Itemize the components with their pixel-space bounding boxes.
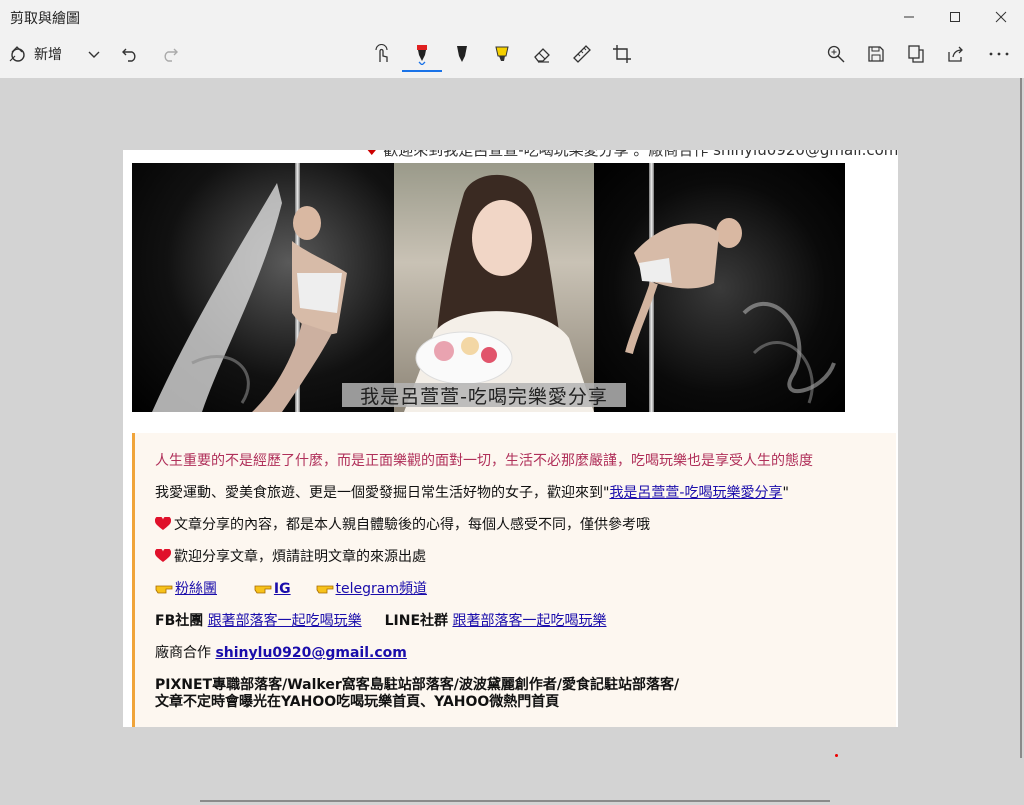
undo-icon bbox=[122, 48, 136, 62]
save-icon bbox=[868, 46, 884, 62]
maximize-icon bbox=[950, 12, 960, 22]
note-2-text: 歡迎分享文章，煩請註明文章的來源出處 bbox=[174, 549, 426, 565]
telegram-link[interactable]: telegram頻道 bbox=[336, 581, 427, 597]
welcome-suffix: " bbox=[782, 485, 789, 501]
crop-icon bbox=[613, 45, 631, 63]
banner-photo-center bbox=[394, 163, 594, 412]
close-button[interactable] bbox=[978, 0, 1024, 34]
banner-photo-left bbox=[132, 163, 394, 412]
business-email-link[interactable]: shinylu0920@gmail.com bbox=[215, 645, 406, 661]
new-snip-dropdown[interactable] bbox=[84, 38, 104, 70]
line-group-link[interactable]: 跟著部落客一起吃喝玩樂 bbox=[452, 613, 606, 629]
horizontal-scrollbar[interactable] bbox=[200, 800, 830, 802]
pen-mark-dot bbox=[835, 754, 838, 757]
community-row: FB社團 跟著部落客一起吃喝玩樂 LINE社群 跟著部落客一起吃喝玩樂 bbox=[155, 610, 606, 630]
new-snip-label: 新增 bbox=[34, 47, 62, 63]
snip-canvas[interactable]: ♥ 歡迎來到我是呂萱萱-吃喝玩樂愛分享 。廠商合作 shinylu0920@gm… bbox=[123, 150, 898, 727]
eraser-icon bbox=[534, 48, 550, 63]
minimize-button[interactable] bbox=[886, 0, 932, 34]
fb-label: FB社團 bbox=[155, 613, 204, 629]
more-icon bbox=[989, 52, 1009, 56]
touch-writing-button[interactable] bbox=[370, 38, 394, 70]
minimize-icon bbox=[904, 16, 914, 18]
banner-caption: 我是呂萱萱-吃喝完樂愛分享 bbox=[342, 383, 626, 408]
blog-name-link[interactable]: 我是呂萱萱-吃喝玩樂愛分享 bbox=[609, 485, 782, 501]
heart-icon bbox=[155, 549, 171, 562]
ballpoint-pen-button[interactable] bbox=[410, 38, 434, 70]
intro-text: 人生重要的不是經歷了什麼，而是正面樂觀的面對一切，生活不必那麼嚴謹，吃喝玩樂也是… bbox=[155, 453, 813, 469]
cut-off-header-label: 歡迎來到我是呂萱萱-吃喝玩樂愛分享 。廠商合作 shinylu0920@gmai… bbox=[383, 150, 898, 159]
active-tool-indicator bbox=[402, 70, 442, 72]
blog-info-box: 人生重要的不是經歷了什麼，而是正面樂觀的面對一切，生活不必那麼嚴謹，吃喝玩樂也是… bbox=[132, 433, 896, 727]
touch-writing-icon bbox=[375, 44, 388, 62]
dancer-figure-right bbox=[625, 218, 836, 404]
note-1-text: 文章分享的內容，都是本人親自體驗後的心得，每個人感受不同，僅供參考哦 bbox=[174, 517, 650, 533]
welcome-prefix: 我愛運動、愛美食旅遊、更是一個愛發掘日常生活好物的女子，歡迎來到" bbox=[155, 485, 610, 501]
heart-icon bbox=[155, 517, 171, 530]
ig-link[interactable]: IG bbox=[274, 581, 291, 597]
share-icon bbox=[948, 46, 963, 62]
copy-icon bbox=[908, 45, 924, 63]
business-label: 廠商合作 bbox=[155, 645, 211, 661]
footer-line-2: 文章不定時會曝光在YAHOO吃喝玩樂首頁、YAHOO微熱門首頁 bbox=[155, 694, 560, 710]
welcome-line: 我愛運動、愛美食旅遊、更是一個愛發掘日常生活好物的女子，歡迎來到"我是呂萱萱-吃… bbox=[155, 482, 789, 502]
dancer-figure-left bbox=[152, 183, 347, 412]
ruler-icon bbox=[573, 45, 591, 63]
zoom-button[interactable] bbox=[824, 38, 848, 70]
save-button[interactable] bbox=[864, 38, 888, 70]
redo-icon bbox=[164, 48, 178, 62]
highlighter-button[interactable] bbox=[490, 38, 514, 70]
new-snip-button[interactable]: 新增 bbox=[8, 38, 62, 70]
more-button[interactable] bbox=[986, 38, 1012, 70]
highlighter-icon bbox=[495, 46, 509, 61]
copy-button[interactable] bbox=[904, 38, 928, 70]
banner-photo-right bbox=[594, 163, 845, 412]
window-title: 剪取與繪圖 bbox=[10, 11, 80, 27]
cut-off-header-text: ♥ 歡迎來到我是呂萱萱-吃喝玩樂愛分享 。廠商合作 shinylu0920@gm… bbox=[365, 150, 898, 160]
fb-group-link[interactable]: 跟著部落客一起吃喝玩樂 bbox=[208, 613, 362, 629]
ruler-button[interactable] bbox=[570, 38, 594, 70]
eraser-button[interactable] bbox=[530, 38, 554, 70]
fan-page-link[interactable]: 粉絲團 bbox=[175, 581, 217, 597]
maximize-button[interactable] bbox=[932, 0, 978, 34]
chevron-down-icon bbox=[88, 51, 100, 58]
pencil-button[interactable] bbox=[450, 38, 474, 70]
portrait-figure bbox=[404, 174, 594, 412]
note-line-2: 歡迎分享文章，煩請註明文章的來源出處 bbox=[155, 546, 426, 566]
pointing-hand-icon bbox=[155, 585, 173, 594]
pointing-hand-icon bbox=[254, 585, 272, 594]
line-label: LINE社群 bbox=[384, 613, 449, 629]
zoom-icon bbox=[827, 45, 845, 63]
new-snip-icon bbox=[9, 46, 25, 62]
share-button[interactable] bbox=[944, 38, 968, 70]
toolbar: 新增 bbox=[0, 34, 1024, 78]
undo-button[interactable] bbox=[118, 38, 142, 70]
redo-button[interactable] bbox=[158, 38, 182, 70]
social-links-row: 粉絲團 IG telegram頻道 bbox=[155, 578, 427, 598]
pointing-hand-icon bbox=[316, 585, 333, 594]
vertical-scrollbar[interactable] bbox=[1020, 78, 1022, 758]
close-icon bbox=[995, 11, 1007, 23]
banner-image: 我是呂萱萱-吃喝完樂愛分享 bbox=[132, 163, 845, 412]
pencil-icon bbox=[457, 46, 467, 62]
note-line-1: 文章分享的內容，都是本人親自體驗後的心得，每個人感受不同，僅供參考哦 bbox=[155, 514, 650, 534]
ballpoint-pen-icon bbox=[417, 45, 427, 65]
title-bar: 剪取與繪圖 bbox=[0, 0, 1024, 34]
crop-button[interactable] bbox=[610, 38, 634, 70]
business-row: 廠商合作 shinylu0920@gmail.com bbox=[155, 642, 407, 662]
